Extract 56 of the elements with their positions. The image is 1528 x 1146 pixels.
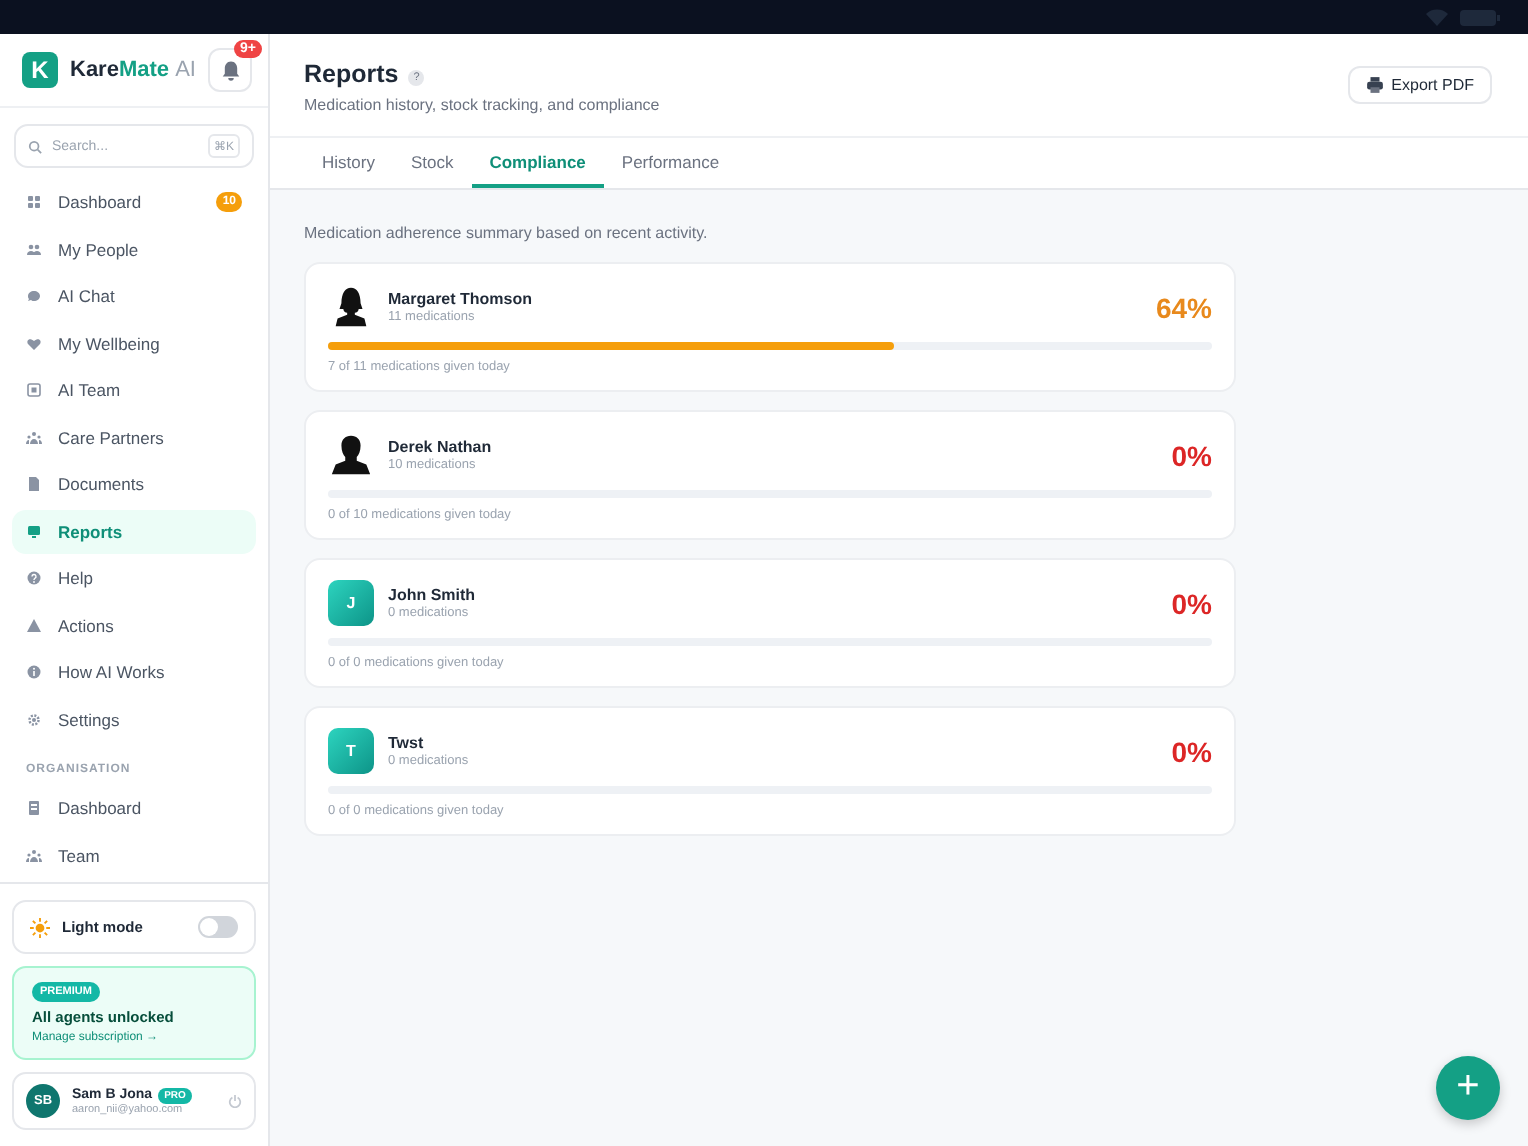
nav-item[interactable]: My People [12, 227, 256, 271]
building-icon [26, 800, 42, 816]
nav-item[interactable]: Reports [12, 509, 256, 553]
settings-icon [26, 711, 42, 727]
search-icon [28, 139, 42, 153]
chip-icon [26, 382, 42, 398]
tab[interactable]: Compliance [471, 138, 604, 188]
person-name: Derek Nathan [388, 438, 492, 456]
person-name: Twst [388, 734, 426, 752]
group-icon [26, 429, 42, 445]
tab[interactable]: Stock [392, 138, 472, 188]
printer-icon [1365, 76, 1384, 94]
tab[interactable]: History [304, 138, 393, 188]
compliance-percent: 0% [1171, 587, 1212, 619]
bell-icon [219, 59, 241, 81]
heart-icon [26, 335, 42, 351]
nav-item[interactable]: Help [12, 556, 256, 600]
page-subtitle: Medication history, stock tracking, and compliance [304, 96, 660, 114]
sun-icon [30, 917, 50, 937]
page-title: Reports [304, 60, 399, 88]
tab[interactable]: Performance [603, 138, 738, 188]
nav-item[interactable]: Dashboard [12, 786, 256, 830]
nav-item[interactable]: AI Chat [12, 274, 256, 318]
power-icon[interactable] [228, 1094, 242, 1108]
nav-item[interactable]: My Wellbeing [12, 321, 256, 365]
battery-icon [1460, 9, 1500, 25]
nav-item[interactable]: Team [12, 833, 256, 877]
person-name: John Smith [388, 586, 476, 604]
group-icon [26, 847, 42, 863]
nav-item[interactable]: Care Partners [12, 415, 256, 459]
summary-text: Medication adherence summary based on recent activity. [304, 224, 710, 242]
avatar-initial: T [328, 728, 374, 774]
app-logo: K [22, 52, 58, 88]
info-icon [26, 664, 42, 680]
compliance-percent: 0% [1171, 735, 1212, 767]
document-icon [26, 476, 42, 492]
people-icon [26, 241, 42, 257]
nav-item[interactable]: Settings [12, 697, 256, 741]
app-name: KareMate AI [70, 58, 196, 82]
person-name: Margaret Thomson [388, 290, 533, 308]
warning-icon [26, 617, 42, 633]
export-pdf-button[interactable]: Export PDF [1347, 66, 1492, 104]
grid-icon [26, 194, 42, 210]
nav-item[interactable]: How AI Works [12, 650, 256, 694]
compliance-percent: 0% [1171, 439, 1212, 471]
monitor-icon [26, 523, 42, 539]
nav-item[interactable]: Actions [12, 603, 256, 647]
person-silhouette-icon [328, 432, 374, 478]
nav-item[interactable]: Documents [12, 462, 256, 506]
chat-bubble-icon [26, 288, 42, 304]
nav-item[interactable]: AI Team [12, 368, 256, 412]
compliance-percent: 64% [1155, 291, 1212, 323]
theme-toggle[interactable] [198, 916, 238, 938]
wifi-icon [1426, 8, 1448, 26]
help-icon [26, 570, 42, 586]
avatar-initial: J [328, 580, 374, 626]
